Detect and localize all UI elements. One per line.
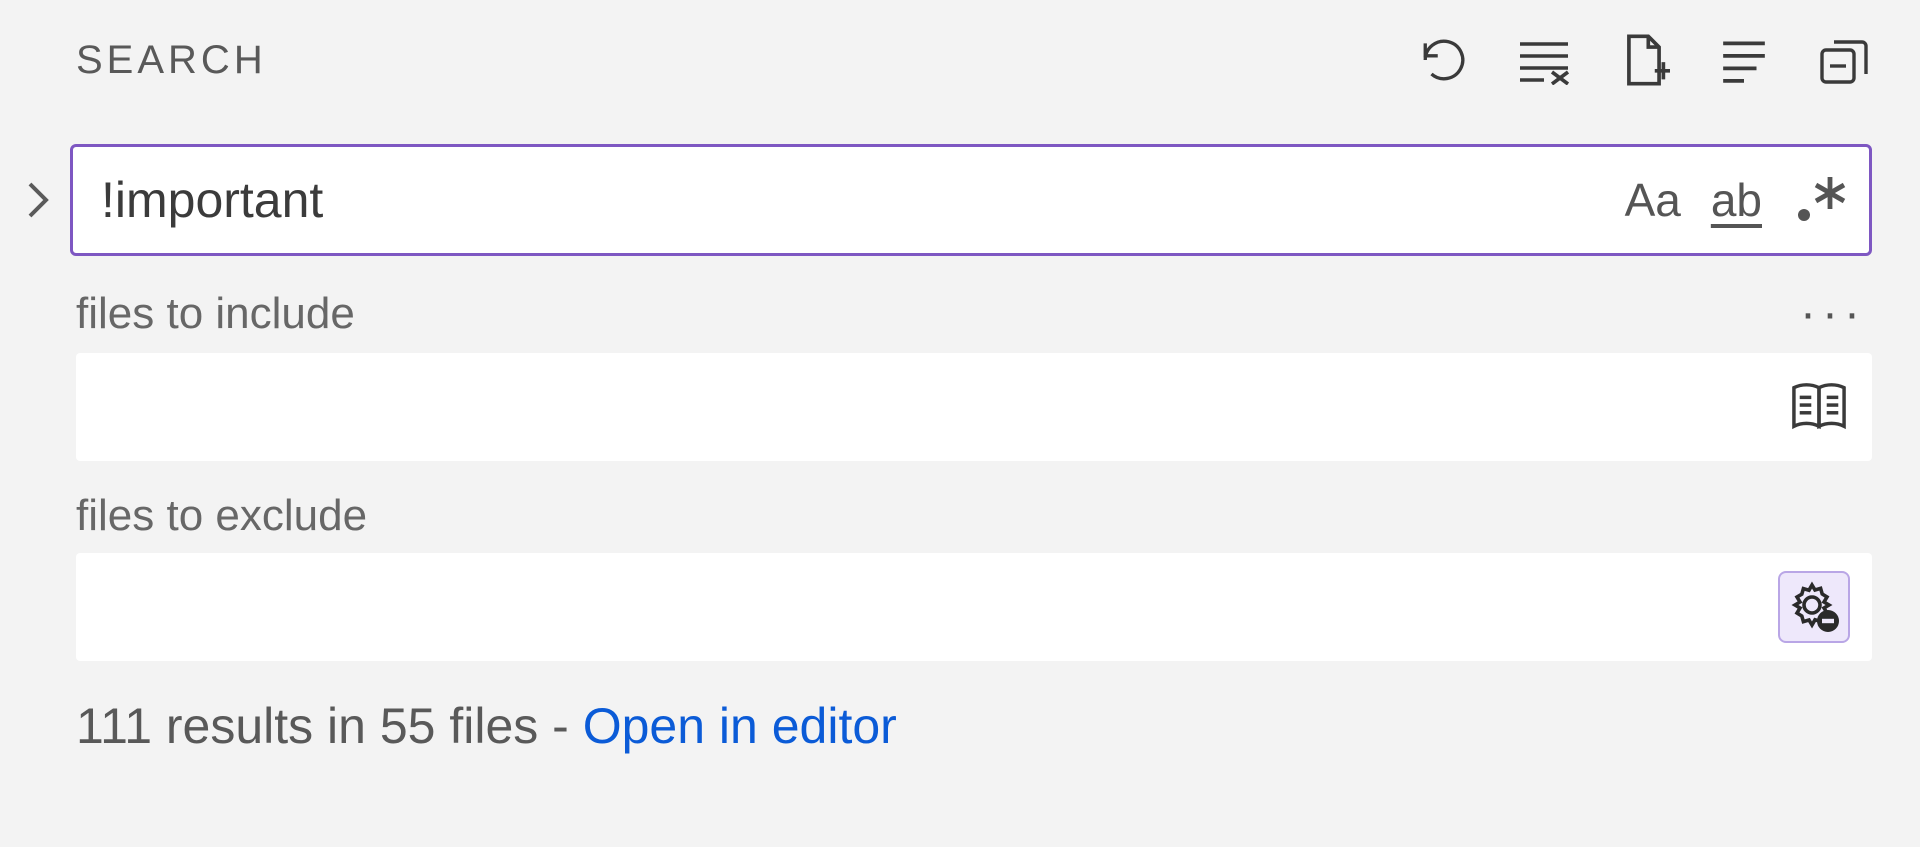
match-case-toggle[interactable]: Aa [1621,170,1685,230]
exclude-header: files to exclude [76,491,1872,541]
search-input[interactable] [70,144,1872,256]
clear-results-icon[interactable] [1516,32,1572,88]
whole-word-label: ab [1711,173,1762,227]
collapse-all-icon[interactable] [1816,32,1872,88]
include-box [76,353,1872,461]
open-in-editor-link[interactable]: Open in editor [583,698,897,754]
refresh-icon[interactable] [1416,32,1472,88]
files-to-include-input[interactable] [76,353,1872,461]
new-search-editor-icon[interactable] [1616,32,1672,88]
regex-toggle[interactable] [1788,170,1852,230]
search-row: Aa ab [18,144,1872,256]
exclude-box [76,553,1872,661]
exclude-label: files to exclude [76,491,367,541]
files-to-exclude-input[interactable] [76,553,1872,661]
whole-word-toggle[interactable]: ab [1707,170,1766,230]
use-exclude-settings-toggle[interactable] [1778,571,1850,643]
exclude-section: files to exclude [76,491,1872,661]
include-header: files to include ··· [76,286,1872,341]
results-count-text: 111 results in 55 files - [76,698,583,754]
search-input-wrap: Aa ab [70,144,1872,256]
header-actions [1416,32,1872,88]
panel-title: SEARCH [76,38,267,83]
book-icon[interactable] [1788,380,1850,434]
search-panel: SEARCH [0,0,1920,847]
results-summary: 111 results in 55 files - Open in editor [76,697,1872,755]
include-label: files to include [76,289,355,339]
search-toggles: Aa ab [1621,170,1852,230]
toggle-search-details-icon[interactable]: ··· [1794,286,1872,341]
include-section: files to include ··· [76,286,1872,461]
panel-header: SEARCH [18,32,1872,88]
match-case-label: Aa [1625,173,1681,227]
toggle-replace-chevron-icon[interactable] [18,180,58,220]
view-as-tree-icon[interactable] [1716,32,1772,88]
